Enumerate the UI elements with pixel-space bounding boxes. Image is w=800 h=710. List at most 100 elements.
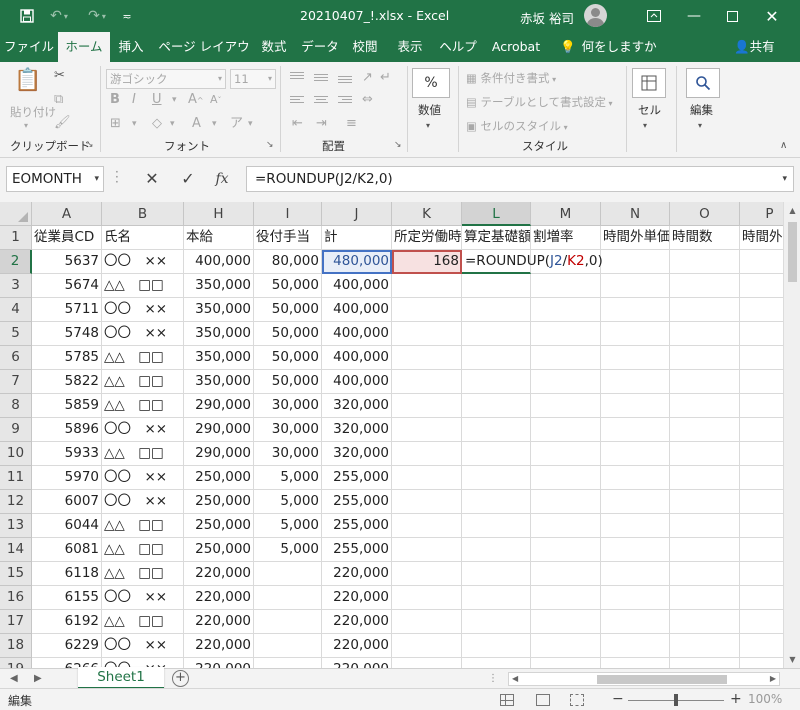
cell-employee-cd[interactable]: 5859 — [32, 394, 102, 418]
cell-total[interactable]: 255,000 — [322, 538, 392, 562]
cell-position-allowance[interactable] — [254, 658, 322, 668]
insert-function-icon[interactable]: fx — [210, 168, 234, 190]
next-sheet-icon[interactable]: ▶ — [34, 669, 42, 689]
chevron-down-icon[interactable]: ▾ — [782, 167, 787, 191]
cell-hours[interactable] — [670, 250, 740, 274]
cell-employee-cd[interactable]: 5637 — [32, 250, 102, 274]
cell-scheduled-hours[interactable] — [392, 634, 462, 658]
cell-editor[interactable]: =ROUNDUP(J2/K2,0) — [465, 250, 603, 273]
cell-total[interactable]: 255,000 — [322, 490, 392, 514]
cell-overtime-unit[interactable] — [601, 274, 670, 298]
vertical-scrollbar[interactable]: ▲ ▼ — [783, 202, 800, 668]
cell-base-pay[interactable]: 220,000 — [184, 634, 254, 658]
cell-employee-cd[interactable]: 5711 — [32, 298, 102, 322]
cell-position-allowance[interactable]: 30,000 — [254, 442, 322, 466]
cell-hours[interactable] — [670, 418, 740, 442]
sheet-tab-sheet1[interactable]: Sheet1 — [78, 667, 164, 689]
chevron-down-icon[interactable]: ▾ — [643, 118, 647, 134]
cell-name[interactable]: 〇〇 ×× — [102, 490, 184, 514]
copy-icon[interactable]: ⧉ — [54, 92, 63, 108]
cell-styles-button[interactable]: ▣ セルのスタイル ▾ — [466, 118, 568, 134]
row-header-16[interactable]: 16 — [0, 586, 32, 610]
cell-total[interactable]: 計 — [322, 226, 392, 250]
cell-premium-rate[interactable] — [531, 586, 601, 610]
row-header-11[interactable]: 11 — [0, 466, 32, 490]
cell-premium-rate[interactable] — [531, 490, 601, 514]
row-header-4[interactable]: 4 — [0, 298, 32, 322]
cell-overtime-unit[interactable] — [601, 370, 670, 394]
cell-calc-base[interactable] — [462, 586, 531, 610]
cell-base-pay[interactable]: 290,000 — [184, 442, 254, 466]
cell-calc-base[interactable] — [462, 298, 531, 322]
cell-calc-base[interactable] — [462, 274, 531, 298]
cell-position-allowance[interactable]: 50,000 — [254, 298, 322, 322]
cell-total[interactable]: 320,000 — [322, 394, 392, 418]
worksheet-grid[interactable]: ABHIJKLMNOP1従業員CD氏名本給役付手当計所定労働時間算定基礎額割増率… — [0, 202, 800, 668]
cell-hours[interactable] — [670, 466, 740, 490]
cell-scheduled-hours[interactable] — [392, 274, 462, 298]
align-bottom-icon[interactable] — [338, 76, 352, 85]
cell-total[interactable]: 220,000 — [322, 610, 392, 634]
cell-hours[interactable] — [670, 562, 740, 586]
save-icon[interactable] — [14, 0, 40, 32]
launcher-icon[interactable]: ↘ — [86, 140, 94, 150]
cell-overtime-unit[interactable] — [601, 346, 670, 370]
zoom-in-icon[interactable]: + — [730, 691, 742, 707]
cell-overtime-unit[interactable] — [601, 610, 670, 634]
cell-calc-base[interactable] — [462, 490, 531, 514]
cell-base-pay[interactable]: 220,000 — [184, 586, 254, 610]
cell-calc-base[interactable] — [462, 538, 531, 562]
row-header-13[interactable]: 13 — [0, 514, 32, 538]
column-header-k[interactable]: K — [392, 202, 462, 226]
cell-overtime-unit[interactable] — [601, 442, 670, 466]
cell-employee-cd[interactable]: 5970 — [32, 466, 102, 490]
cell-employee-cd[interactable]: 6044 — [32, 514, 102, 538]
cell-name[interactable]: 〇〇 ×× — [102, 298, 184, 322]
row-header-5[interactable]: 5 — [0, 322, 32, 346]
cell-premium-rate[interactable] — [531, 634, 601, 658]
cell-calc-base[interactable] — [462, 346, 531, 370]
row-header-10[interactable]: 10 — [0, 442, 32, 466]
launcher-icon[interactable]: ↘ — [394, 140, 402, 150]
drag-handle-icon[interactable]: · · · — [115, 166, 119, 188]
launcher-icon[interactable]: ↘ — [266, 140, 274, 150]
conditional-format-button[interactable]: ▦ 条件付き書式 ▾ — [466, 70, 556, 86]
percent-icon[interactable]: % — [412, 68, 450, 98]
cell-overtime-unit[interactable] — [601, 418, 670, 442]
cell-employee-cd[interactable]: 6229 — [32, 634, 102, 658]
zoom-slider-knob[interactable] — [674, 694, 678, 706]
cell-overtime-unit[interactable] — [601, 562, 670, 586]
cell-total[interactable]: 255,000 — [322, 466, 392, 490]
format-painter-icon[interactable]: 🖌 — [54, 115, 71, 131]
cell-premium-rate[interactable] — [531, 538, 601, 562]
cell-position-allowance[interactable]: 5,000 — [254, 514, 322, 538]
font-color-icon[interactable]: A — [192, 116, 201, 132]
cell-employee-cd[interactable]: 5785 — [32, 346, 102, 370]
cell-position-allowance[interactable] — [254, 586, 322, 610]
tab-home[interactable]: ホーム — [58, 32, 110, 63]
cell-base-pay[interactable]: 250,000 — [184, 514, 254, 538]
row-header-15[interactable]: 15 — [0, 562, 32, 586]
user-name[interactable]: 赤坂 裕司 — [520, 8, 574, 27]
prev-sheet-icon[interactable]: ◀ — [10, 669, 18, 689]
cell-name[interactable]: 〇〇 ×× — [102, 634, 184, 658]
cell-hours[interactable] — [670, 634, 740, 658]
horizontal-scrollbar[interactable]: ◀ ▶ — [508, 672, 780, 686]
cell-name[interactable]: △△ □□ — [102, 538, 184, 562]
add-sheet-icon[interactable]: + — [172, 670, 189, 687]
cell-name[interactable]: 〇〇 ×× — [102, 586, 184, 610]
name-box[interactable]: EOMONTH ▾ — [6, 166, 104, 192]
cell-scheduled-hours[interactable] — [392, 490, 462, 514]
row-header-9[interactable]: 9 — [0, 418, 32, 442]
cell-employee-cd[interactable]: 5822 — [32, 370, 102, 394]
cell-total[interactable]: 400,000 — [322, 322, 392, 346]
cell-overtime-unit[interactable] — [601, 322, 670, 346]
column-header-h[interactable]: H — [184, 202, 254, 226]
tab-acrobat[interactable]: Acrobat — [486, 32, 546, 62]
cell-overtime-unit[interactable] — [601, 586, 670, 610]
cell-employee-cd[interactable]: 6081 — [32, 538, 102, 562]
cell-calc-base[interactable] — [462, 322, 531, 346]
editing-label[interactable]: 編集 — [690, 102, 713, 118]
cell-base-pay[interactable]: 350,000 — [184, 370, 254, 394]
cell-base-pay[interactable]: 本給 — [184, 226, 254, 250]
